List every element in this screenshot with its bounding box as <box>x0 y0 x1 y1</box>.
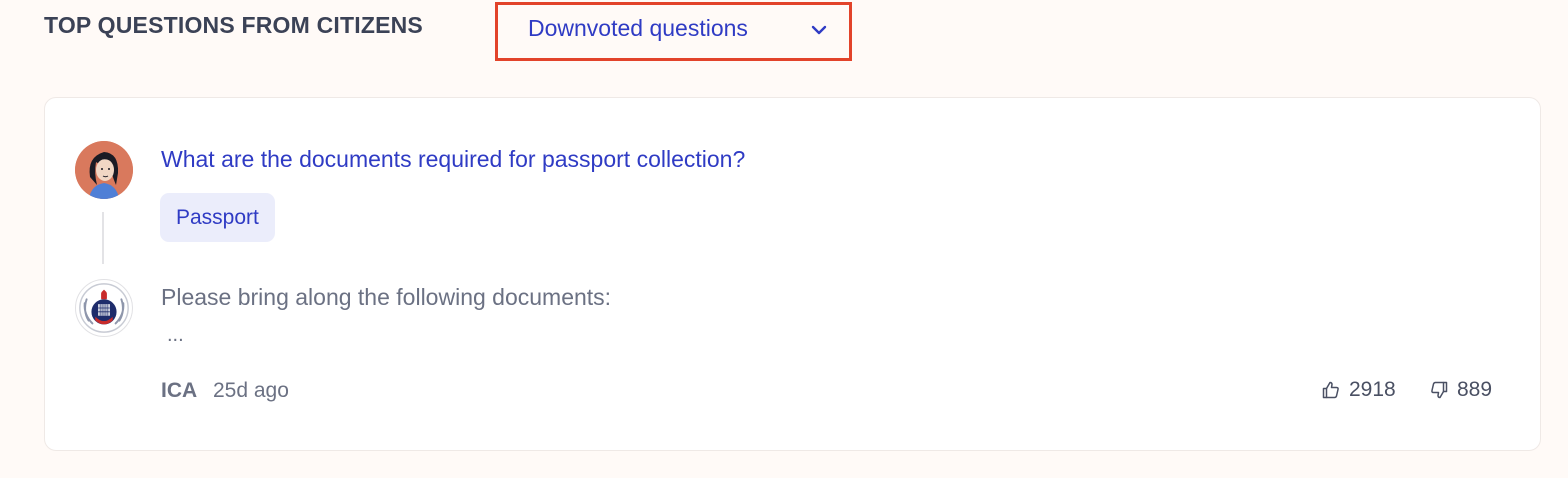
thumbs-up-icon <box>1322 381 1339 399</box>
upvote-button[interactable]: 2918 <box>1321 378 1396 402</box>
thumbs-down-icon <box>1431 381 1448 399</box>
user-avatar-icon <box>75 141 133 199</box>
filter-dropdown[interactable]: Downvoted questions <box>495 2 852 61</box>
answer-timestamp: 25d ago <box>213 379 289 402</box>
answer-author: ICA <box>161 379 198 402</box>
downvote-count: 889 <box>1457 378 1493 401</box>
upvote-count: 2918 <box>1349 378 1396 401</box>
answer-ellipsis[interactable]: ... <box>167 324 184 347</box>
answer-preview: Please bring along the following documen… <box>161 284 612 310</box>
downvote-button[interactable]: 889 <box>1429 378 1492 402</box>
question-card: What are the documents required for pass… <box>44 97 1541 451</box>
tag-passport[interactable]: Passport <box>160 193 275 242</box>
question-link[interactable]: What are the documents required for pass… <box>161 146 745 173</box>
ica-logo-icon <box>75 279 133 337</box>
thread-connector <box>102 212 104 264</box>
section-title: TOP QUESTIONS FROM CITIZENS <box>44 12 423 38</box>
filter-dropdown-label: Downvoted questions <box>528 15 748 41</box>
chevron-down-icon <box>811 25 827 35</box>
